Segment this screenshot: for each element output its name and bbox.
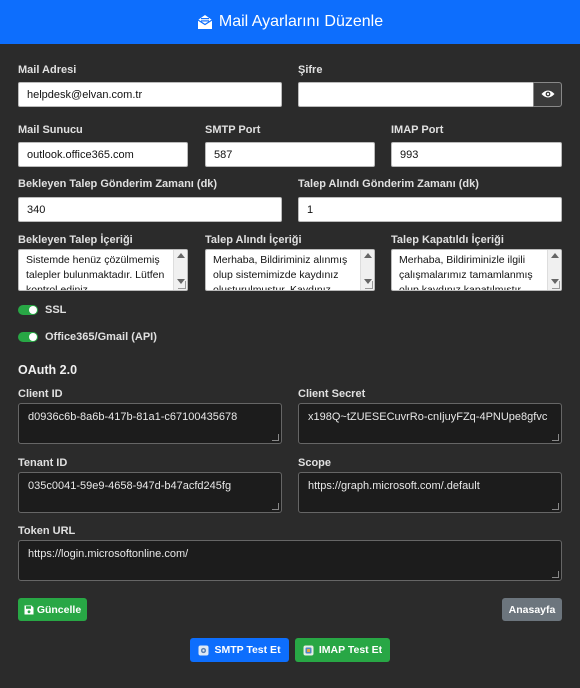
smtp-test-button-label: SMTP Test Et — [214, 644, 281, 656]
client-secret-label: Client Secret — [298, 388, 366, 400]
scope-label: Scope — [298, 457, 332, 469]
imap-port-input[interactable]: 993 — [391, 142, 562, 167]
password-label: Şifre — [298, 64, 323, 76]
tenant-id-label: Tenant ID — [18, 457, 68, 469]
eye-icon — [541, 86, 555, 104]
mail-server-label: Mail Sunucu — [18, 124, 83, 136]
page-title: Mail Ayarlarını Düzenle — [218, 13, 384, 30]
mail-address-label: Mail Adresi — [18, 64, 77, 76]
client-id-text: d0936c6b-8a6b-417b-81a1-c67100435678 — [28, 411, 238, 423]
office365-switch[interactable] — [18, 332, 38, 342]
save-icon — [24, 605, 34, 615]
closed-content-textarea[interactable]: Merhaba, Bildiriminizle ilgili çalışmala… — [391, 249, 562, 291]
textarea-scrollbar[interactable] — [173, 250, 187, 290]
page-header: Mail Ayarlarını Düzenle — [0, 0, 580, 44]
smtp-port-label: SMTP Port — [205, 124, 261, 136]
pending-content-textarea[interactable]: Sistemde henüz çözülmemiş talepler bulun… — [18, 249, 188, 291]
pending-content-text: Sistemde henüz çözülmemiş talepler bulun… — [26, 254, 165, 291]
client-id-textarea[interactable]: d0936c6b-8a6b-417b-81a1-c67100435678 — [18, 403, 282, 444]
toggle-password-button[interactable] — [533, 82, 562, 107]
scope-text: https://graph.microsoft.com/.default — [308, 480, 480, 492]
home-button-label: Anasayfa — [508, 603, 556, 616]
tenant-id-textarea[interactable]: 035c0041-59e9-4658-947d-b47acfd245fg — [18, 472, 282, 513]
textarea-scrollbar[interactable] — [360, 250, 374, 290]
imap-test-button[interactable]: IMAP Test Et — [295, 638, 390, 662]
smtp-port-input[interactable]: 587 — [205, 142, 375, 167]
received-time-label: Talep Alındı Gönderim Zamanı (dk) — [298, 178, 479, 190]
mail-address-input[interactable]: helpdesk@elvan.com.tr — [18, 82, 282, 107]
closed-content-label: Talep Kapatıldı İçeriği — [391, 234, 504, 246]
smtp-test-button[interactable]: SMTP Test Et — [190, 638, 289, 662]
imap-test-button-label: IMAP Test Et — [318, 644, 383, 656]
password-input[interactable] — [298, 82, 534, 107]
ssl-switch[interactable] — [18, 305, 38, 315]
received-time-input[interactable]: 1 — [298, 197, 562, 222]
token-url-text: https://login.microsoftonline.com/ — [28, 548, 189, 560]
received-content-label: Talep Alındı İçeriği — [205, 234, 302, 246]
imap-port-label: IMAP Port — [391, 124, 444, 136]
pending-time-input[interactable]: 340 — [18, 197, 282, 222]
client-secret-textarea[interactable]: x198Q~tZUESECuvrRo-cnIjuyFZq-4PNUpe8gfvc — [298, 403, 562, 444]
home-button[interactable]: Anasayfa — [502, 598, 562, 621]
pending-content-label: Bekleyen Talep İçeriği — [18, 234, 133, 246]
oauth-heading: OAuth 2.0 — [18, 363, 78, 377]
imap-test-icon — [303, 645, 314, 656]
update-button[interactable]: Güncelle — [18, 598, 87, 621]
scope-textarea[interactable]: https://graph.microsoft.com/.default — [298, 472, 562, 513]
received-content-text: Merhaba, Bildiriminiz alınmış olup siste… — [213, 254, 348, 291]
client-secret-text: x198Q~tZUESECuvrRo-cnIjuyFZq-4PNUpe8gfvc — [308, 411, 548, 423]
tenant-id-text: 035c0041-59e9-4658-947d-b47acfd245fg — [28, 480, 232, 492]
token-url-textarea[interactable]: https://login.microsoftonline.com/ — [18, 540, 562, 581]
closed-content-text: Merhaba, Bildiriminizle ilgili çalışmala… — [399, 254, 533, 291]
received-content-textarea[interactable]: Merhaba, Bildiriminiz alınmış olup siste… — [205, 249, 375, 291]
client-id-label: Client ID — [18, 388, 63, 400]
textarea-scrollbar[interactable] — [547, 250, 561, 290]
mail-server-input[interactable]: outlook.office365.com — [18, 142, 188, 167]
envelope-open-icon — [197, 14, 213, 30]
token-url-label: Token URL — [18, 525, 76, 537]
update-button-label: Güncelle — [36, 603, 82, 616]
office365-label: Office365/Gmail (API) — [45, 331, 157, 343]
smtp-test-icon — [198, 645, 209, 656]
pending-time-label: Bekleyen Talep Gönderim Zamanı (dk) — [18, 178, 218, 190]
ssl-label: SSL — [45, 304, 67, 316]
